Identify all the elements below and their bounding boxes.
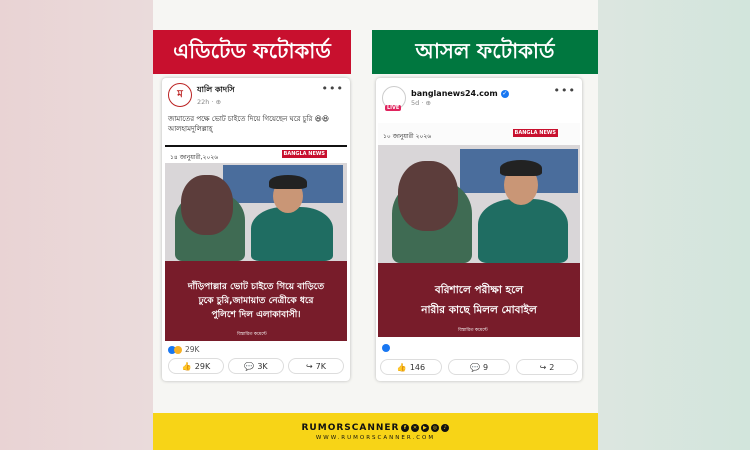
like-button[interactable]: 👍 29K xyxy=(168,358,224,374)
more-options-icon[interactable]: ••• xyxy=(554,84,576,97)
verified-badge-icon: ✓ xyxy=(500,89,509,98)
share-button[interactable]: ↪ 7K xyxy=(288,358,344,374)
details-tag: বিস্তারিত কমেন্টে xyxy=(458,328,488,333)
news-logo: BANGLA NEWS xyxy=(281,150,327,158)
post-header: LIVE banglanews24.com ✓ 5d · ⊕ xyxy=(382,86,509,111)
page-avatar[interactable]: LIVE xyxy=(382,86,406,111)
photocard-headline: দাঁড়িপাল্লার ভোট চাইতে গিয়ে বাড়িতে ঢু… xyxy=(165,261,347,341)
post-meta: 5d · ⊕ xyxy=(411,99,431,107)
post-header: ম যালি কাদসি 22h · ⊕ xyxy=(168,83,235,107)
share-button[interactable]: ↪ 2 xyxy=(516,359,578,375)
edited-post-card: ম যালি কাদসি 22h · ⊕ ••• জামাতের পক্ষে ভ… xyxy=(162,78,350,381)
page-avatar[interactable]: ম xyxy=(168,83,192,107)
x-icon[interactable]: ✕ xyxy=(411,423,420,432)
website-url[interactable]: WWW.RUMORSCANNER.COM xyxy=(316,435,435,441)
facebook-icon[interactable]: f xyxy=(401,423,410,432)
brand-name: RUMORSCANNER xyxy=(301,422,400,433)
comment-button[interactable]: 💬 3K xyxy=(228,358,284,374)
person-right xyxy=(478,199,568,263)
like-button[interactable]: 👍 146 xyxy=(380,359,442,375)
youtube-icon[interactable]: ▶ xyxy=(421,423,430,432)
like-icon: 👍 xyxy=(181,361,192,371)
brand-footer: RUMORSCANNER f ✕ ▶ ◎ ♪ WWW.RUMORSCANNER.… xyxy=(153,413,598,450)
brand-row: RUMORSCANNER f ✕ ▶ ◎ ♪ xyxy=(302,423,450,433)
comment-icon: 💬 xyxy=(469,362,480,372)
page-name[interactable]: banglanews24.com ✓ xyxy=(411,89,509,98)
post-actions: 👍 29K 💬 3K ↪ 7K xyxy=(168,358,344,374)
original-post-card: LIVE banglanews24.com ✓ 5d · ⊕ ••• ১০ জা… xyxy=(376,78,582,381)
photocard-image[interactable]: ১৪ জানুয়ারী,২০২৬ BANGLA NEWS দাঁড়িপাল্… xyxy=(165,145,347,341)
news-logo: BANGLA NEWS xyxy=(512,129,558,137)
photocard-image[interactable]: ১০ জানুয়ারী ২০২৬ BANGLA NEWS বরিশালে পর… xyxy=(378,123,580,337)
photocard-date: ১৪ জানুয়ারী,২০২৬ xyxy=(170,154,219,161)
post-meta: 22h · ⊕ xyxy=(197,98,222,106)
like-icon: 👍 xyxy=(396,362,407,372)
post-actions: 👍 146 💬 9 ↪ 2 xyxy=(380,359,578,375)
more-options-icon[interactable]: ••• xyxy=(322,82,344,95)
comment-icon: 💬 xyxy=(244,361,255,371)
details-tag: বিস্তারিত কমেন্টে xyxy=(237,332,267,337)
post-caption: জামাতের পক্ষে ভোট চাইতে দিয়ে গিয়েছেন ঘ… xyxy=(168,115,330,133)
reaction-summary[interactable] xyxy=(382,344,390,352)
share-icon: ↪ xyxy=(539,362,547,372)
edited-photocard-header: এডিটেড ফটোকার্ড xyxy=(153,30,351,74)
original-photocard-header: আসল ফটোকার্ড xyxy=(372,30,598,74)
photocard-headline: বরিশালে পরীক্ষা হলে নারীর কাছে মিলল মোবা… xyxy=(378,263,580,337)
tiktok-icon[interactable]: ♪ xyxy=(441,423,450,432)
share-icon: ↪ xyxy=(305,361,313,371)
instagram-icon[interactable]: ◎ xyxy=(431,423,440,432)
reaction-summary[interactable]: 29K xyxy=(168,345,199,354)
comment-button[interactable]: 💬 9 xyxy=(448,359,510,375)
photocard-date: ১০ জানুয়ারী ২০২৬ xyxy=(383,133,432,140)
person-right xyxy=(251,207,333,261)
page-name[interactable]: যালি কাদসি xyxy=(197,84,235,97)
